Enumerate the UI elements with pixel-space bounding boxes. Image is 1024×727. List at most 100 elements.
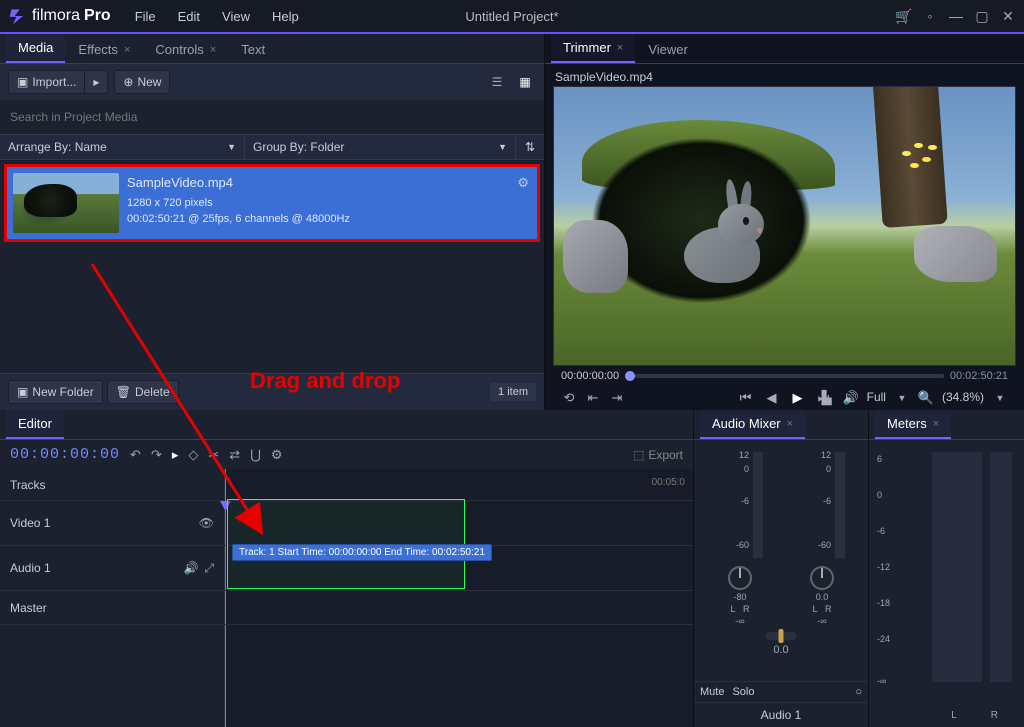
vu-value: -80 [733, 592, 746, 602]
export-button[interactable]: ⬚Export [633, 448, 683, 462]
track-head-audio1[interactable]: Audio 1🔊⤢ [0, 546, 224, 591]
account-icon[interactable]: ◦ [922, 8, 938, 24]
new-button[interactable]: ⊕New [114, 70, 170, 94]
loop-icon[interactable]: ⟲ [561, 390, 577, 406]
slice-tool-icon[interactable]: ✂ [208, 447, 219, 463]
track-head-video1[interactable]: Video 1👁 [0, 501, 224, 546]
tab-effects[interactable]: Effects× [66, 36, 142, 63]
editor-timecode[interactable]: 00:00:00:00 [10, 446, 120, 463]
fader[interactable]: 0.0 [704, 632, 858, 656]
meter-scale: 0 [877, 490, 882, 500]
in-point-icon[interactable]: ⇤ [585, 390, 601, 406]
track-area[interactable]: 00:05:0 Track: 1 Start Time: 00:00:00:00… [225, 469, 693, 727]
tab-audio-mixer[interactable]: Audio Mixer× [700, 410, 805, 439]
slip-tool-icon[interactable]: ⇄ [229, 447, 240, 463]
redo-icon[interactable]: ↷ [151, 447, 162, 463]
step-back-icon[interactable]: ◀ [764, 390, 780, 406]
menu-help[interactable]: Help [262, 3, 309, 30]
tab-viewer[interactable]: Viewer [636, 36, 700, 63]
expand-icon[interactable]: ⤢ [204, 561, 214, 576]
link-tool-icon[interactable]: ◇ [188, 447, 198, 463]
preview-filename: SampleVideo.mp4 [553, 70, 1016, 84]
time-start: 00:00:00:00 [561, 370, 619, 382]
search-input[interactable] [10, 106, 534, 128]
preview-viewport[interactable] [553, 86, 1016, 366]
tab-media[interactable]: Media [6, 34, 65, 63]
app-logo: filmoraPro [8, 6, 111, 26]
pan-knob[interactable] [728, 566, 752, 590]
editor-panel: Editor 00:00:00:00 ↶ ↷ ▸ ◇ ✂ ⇄ ⋃ ⚙ ⬚Expo… [0, 410, 694, 727]
tab-text-label: Text [241, 42, 265, 57]
next-frame-icon[interactable]: ⏭ [816, 390, 832, 406]
grid-view-icon[interactable]: ▦ [514, 71, 536, 93]
tab-text[interactable]: Text [229, 36, 277, 63]
timeline-ruler[interactable]: 00:05:0 [225, 469, 693, 501]
menu-view[interactable]: View [212, 3, 260, 30]
play-icon[interactable]: ▶ [790, 390, 806, 406]
meter-scale: 6 [877, 454, 882, 464]
gear-icon[interactable]: ⚙ [515, 173, 531, 233]
menu-edit[interactable]: Edit [168, 3, 210, 30]
chevron-down-icon[interactable]: ▼ [992, 390, 1008, 406]
close-icon[interactable]: × [124, 44, 130, 56]
out-point-icon[interactable]: ⇥ [609, 390, 625, 406]
new-folder-button[interactable]: ▣New Folder [8, 380, 103, 404]
editor-toolbar: 00:00:00:00 ↶ ↷ ▸ ◇ ✂ ⇄ ⋃ ⚙ ⬚Export [0, 440, 693, 469]
volume-icon[interactable]: 🔊 [843, 390, 859, 406]
media-item[interactable]: SampleVideo.mp4 1280 x 720 pixels 00:02:… [4, 164, 540, 242]
arrange-by-label: Arrange By: Name [8, 140, 107, 154]
close-icon[interactable]: × [210, 44, 216, 56]
media-detail: 00:02:50:21 @ 25fps, 6 channels @ 48000H… [127, 211, 350, 228]
delete-button[interactable]: 🗑Delete [107, 380, 179, 404]
mute-button[interactable]: Mute [700, 686, 724, 698]
cart-icon[interactable]: 🛒 [896, 8, 912, 24]
close-icon[interactable]: × [787, 418, 793, 430]
import-button[interactable]: ▣Import... [8, 70, 85, 94]
minimize-icon[interactable]: — [948, 8, 964, 24]
track-head-master[interactable]: Master [0, 591, 224, 625]
tab-meters[interactable]: Meters× [875, 410, 951, 439]
tab-editor[interactable]: Editor [6, 410, 64, 439]
maximize-icon[interactable]: ▢ [974, 8, 990, 24]
app-name-bold: Pro [84, 7, 111, 25]
track-row-master[interactable] [225, 591, 693, 625]
arrange-by-dropdown[interactable]: Arrange By: Name▼ [0, 135, 245, 159]
tab-controls-label: Controls [155, 42, 203, 57]
export-icon: ⬚ [633, 448, 644, 462]
track-row-video1[interactable]: Track: 1 Start Time: 00:00:00:00 End Tim… [225, 501, 693, 546]
close-icon[interactable]: × [933, 418, 939, 430]
search-icon[interactable]: 🔍 [918, 390, 934, 406]
time-end: 00:02:50:21 [950, 370, 1008, 382]
vu-meter-right: 12 0 -6 -60 0.0 L R -∞ [791, 450, 853, 626]
import-dropdown[interactable]: ▸ [85, 70, 108, 94]
pan-knob[interactable] [810, 566, 834, 590]
record-icon[interactable]: ○ [855, 686, 862, 698]
sort-toggle-icon[interactable]: ⇅ [516, 135, 544, 159]
solo-button[interactable]: Solo [732, 686, 754, 698]
speaker-icon[interactable]: 🔊 [183, 561, 198, 576]
tracks-header: Tracks [0, 469, 224, 501]
chevron-down-icon[interactable]: ▼ [894, 390, 910, 406]
menu-file[interactable]: File [125, 3, 166, 30]
close-icon[interactable]: ✕ [1000, 8, 1016, 24]
list-view-icon[interactable]: ☰ [486, 71, 508, 93]
channel-r: R [743, 604, 750, 614]
close-icon[interactable]: × [617, 42, 623, 54]
snap-icon[interactable]: ⋃ [250, 447, 261, 463]
mixer-controls: Mute Solo ○ [694, 681, 868, 702]
pointer-tool-icon[interactable]: ▸ [172, 447, 179, 463]
zoom-label[interactable]: (34.8%) [942, 390, 984, 406]
seek-bar[interactable] [625, 374, 944, 378]
preview-panel: Trimmer× Viewer SampleVideo.mp4 00:00:00… [545, 34, 1024, 410]
group-by-dropdown[interactable]: Group By: Folder▼ [245, 135, 516, 159]
quality-label[interactable]: Full [867, 390, 886, 406]
tab-controls[interactable]: Controls × [143, 36, 228, 63]
tab-trimmer[interactable]: Trimmer× [551, 34, 635, 63]
title-bar: filmoraPro File Edit View Help Untitled … [0, 0, 1024, 32]
tab-viewer-label: Viewer [648, 42, 688, 57]
eye-icon[interactable]: 👁 [199, 516, 214, 530]
meter-scale: -12 [877, 562, 890, 572]
prev-frame-icon[interactable]: ⏮ [738, 390, 754, 406]
settings-icon[interactable]: ⚙ [271, 447, 283, 463]
undo-icon[interactable]: ↶ [130, 447, 141, 463]
